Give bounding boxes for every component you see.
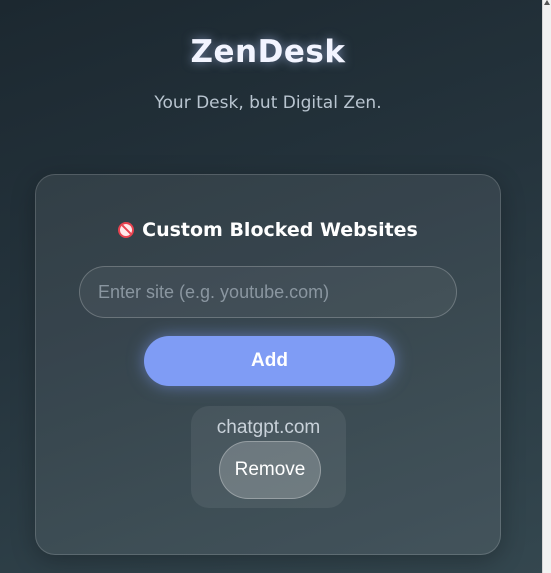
block-icon [118,222,135,238]
add-site-button[interactable]: Add [144,336,395,386]
blocked-sites-heading: Custom Blocked Websites [36,219,500,241]
blocked-site-name: chatgpt.com [216,417,321,438]
blocked-sites-card: Custom Blocked Websites Add chatgpt.com … [35,174,501,555]
site-input[interactable] [79,266,457,318]
app-title: ZenDesk [190,34,346,70]
app-subtitle: Your Desk, but Digital Zen. [154,93,382,113]
remove-site-button[interactable]: Remove [219,441,321,499]
blocked-site-item: chatgpt.com Remove [191,406,346,508]
window-scrollbar[interactable] [542,0,551,573]
scroll-up-arrow-icon[interactable] [544,0,550,5]
blocked-sites-heading-text: Custom Blocked Websites [142,219,418,241]
